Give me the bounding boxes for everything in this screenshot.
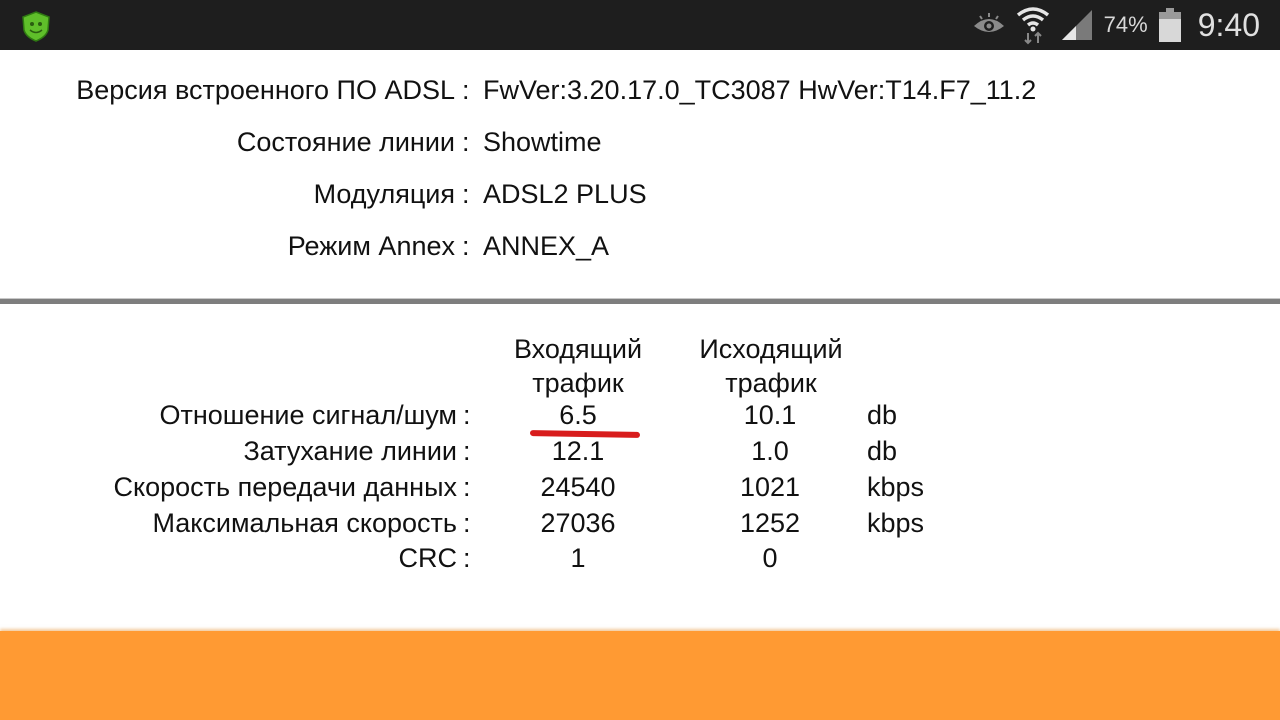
info-row-annex: Режим Annex : ANNEX_A	[0, 231, 1280, 271]
stat-row-crc: CRC : 1 0	[0, 543, 1280, 579]
info-label: Версия встроенного ПО ADSL	[76, 75, 455, 105]
stat-unit: kbps	[867, 472, 925, 502]
battery-icon	[1158, 8, 1181, 42]
info-value: ANNEX_A	[483, 231, 610, 261]
stat-unit: db	[867, 400, 898, 430]
header-upstream-line2: трафик	[725, 368, 817, 398]
stat-upstream: 1252	[739, 508, 801, 538]
stat-label: Скорость передачи данных	[113, 472, 458, 502]
info-colon: :	[462, 75, 470, 105]
stat-upstream: 10.1	[743, 400, 797, 430]
info-label: Режим Annex	[287, 231, 455, 261]
stat-downstream: 12.1	[551, 436, 605, 466]
stat-label: Максимальная скорость	[152, 508, 457, 538]
stat-label: Отношение сигнал/шум	[159, 400, 457, 430]
info-colon: :	[462, 127, 470, 157]
eye-icon	[973, 13, 1004, 32]
dr-web-shield-icon[interactable]	[20, 10, 52, 42]
header-downstream-line2: трафик	[532, 368, 624, 398]
info-colon: :	[462, 231, 470, 261]
section-divider	[0, 298, 1280, 304]
header-downstream-line1: Входящий	[513, 334, 643, 364]
stat-upstream: 1.0	[751, 436, 789, 466]
stat-label: Затухание линии	[243, 436, 457, 466]
info-value: FwVer:3.20.17.0_TC3087 HwVer:T14.F7_11.2	[483, 75, 1037, 105]
signal-icon	[1061, 10, 1092, 40]
wifi-icon	[1016, 7, 1049, 45]
stat-unit: db	[867, 436, 898, 466]
info-row-modulation: Модуляция : ADSL2 PLUS	[0, 179, 1280, 219]
stat-upstream: 0	[762, 543, 778, 573]
info-colon: :	[462, 179, 470, 209]
stat-upstream: 1021	[739, 472, 801, 502]
info-row-firmware: Версия встроенного ПО ADSL : FwVer:3.20.…	[0, 75, 1280, 115]
stat-colon: :	[463, 472, 471, 502]
stat-colon: :	[463, 400, 471, 430]
info-label: Модуляция	[313, 179, 455, 209]
info-value: ADSL2 PLUS	[483, 179, 647, 209]
info-value: Showtime	[483, 127, 602, 157]
info-label: Состояние линии	[236, 127, 455, 157]
stat-row-data-rate: Скорость передачи данных : 24540 1021 kb…	[0, 472, 1280, 508]
bottom-bar	[0, 631, 1280, 720]
header-upstream-line1: Исходящий	[699, 334, 843, 364]
stat-unit: kbps	[867, 508, 925, 538]
stat-colon: :	[463, 543, 471, 573]
clock: 9:40	[1197, 6, 1260, 43]
status-bar: 74% 9:40	[0, 0, 1280, 50]
info-row-line-state: Состояние линии : Showtime	[0, 127, 1280, 167]
stat-row-attenuation: Затухание линии : 12.1 1.0 db	[0, 436, 1280, 472]
stat-row-max-rate: Максимальная скорость : 27036 1252 kbps	[0, 508, 1280, 544]
stat-downstream: 24540	[540, 472, 616, 502]
stat-row-snr: Отношение сигнал/шум : 6.5 10.1 db	[0, 400, 1280, 436]
battery-percent: 74%	[1103, 12, 1148, 37]
header-upstream: Исходящий трафик	[686, 332, 856, 400]
stat-label: CRC	[398, 543, 458, 573]
stat-downstream: 6.5	[559, 400, 597, 430]
stat-downstream: 1	[570, 543, 586, 573]
stat-downstream: 27036	[540, 508, 616, 538]
header-downstream: Входящий трафик	[498, 332, 658, 400]
stat-colon: :	[463, 508, 471, 538]
stat-colon: :	[463, 436, 471, 466]
